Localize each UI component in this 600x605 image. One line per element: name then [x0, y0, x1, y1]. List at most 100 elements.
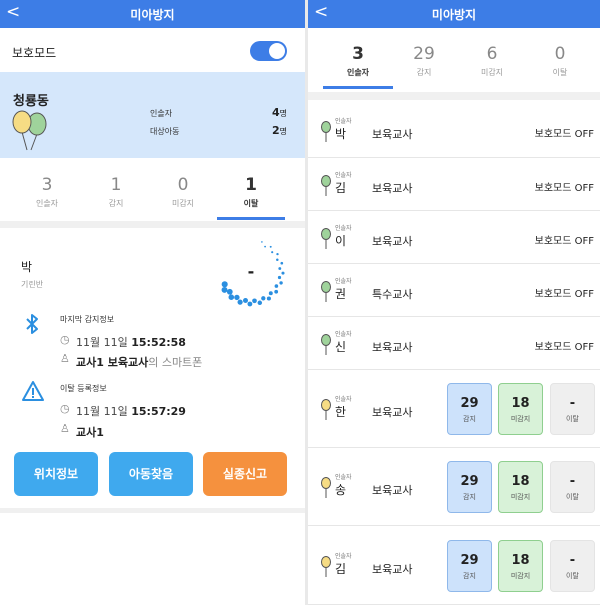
balloon-icon: [321, 280, 331, 302]
dial-dot: [277, 275, 282, 280]
row-name: 신: [335, 339, 347, 354]
row-status: 보호모드 OFF: [534, 182, 594, 194]
balloon-icon: [321, 227, 331, 249]
row-tag: 인솔자: [335, 118, 352, 125]
dial-dot: [226, 288, 233, 295]
undetected-count-box[interactable]: 18 미감지: [498, 539, 543, 592]
list-item[interactable]: 인솔자한 보육교사 29 감지 18 미감지 - 이탈: [308, 370, 600, 448]
list-item[interactable]: 인솔자 김 보육교사 보호모드 OFF: [308, 158, 600, 211]
detected-count-box[interactable]: 29 감지: [447, 539, 492, 592]
last-detect-datetime: 11월 11일 15:52:58: [76, 336, 186, 349]
list-item[interactable]: 인솔자 김 보육교사 29 감지 18 미감지 - 이탈: [308, 526, 600, 605]
tab-detected[interactable]: 1 감지: [86, 175, 146, 209]
page-title: 미아방지: [130, 8, 175, 22]
dial-dot: [278, 267, 282, 270]
child-found-button[interactable]: 아동찾음: [109, 452, 193, 496]
row-tag: 인솔자: [335, 171, 352, 179]
toggle-knob: [269, 43, 285, 59]
left-screen: < 미아방지 보호모드 청룡동 인솔자 4명 대상아동 2명 3 인솔자 1 감지 …: [0, 0, 305, 605]
clock-icon: ◷: [60, 402, 70, 415]
dial-dot: [281, 271, 285, 275]
dial-dot: [274, 284, 279, 288]
dial-dot: [261, 241, 263, 243]
row-tag: 인솔자: [335, 396, 352, 403]
tab-leaders[interactable]: 3 인솔자: [328, 44, 388, 78]
dial-dot: [266, 296, 271, 301]
row-name: 한: [335, 405, 347, 419]
row-tag: 인솔자: [335, 277, 352, 285]
right-app-bar: < 미아방지: [308, 0, 600, 28]
dial-dot: [221, 286, 228, 293]
list-item[interactable]: 인솔자 신 보육교사 보호모드 OFF: [308, 317, 600, 370]
zone-name: 청룡동: [13, 94, 49, 109]
row-role: 보육교사: [372, 406, 413, 419]
box-label: 감지: [463, 415, 476, 423]
warning-icon: [22, 381, 44, 401]
bluetooth-icon: [26, 314, 38, 334]
zone-row-label-1: 대상아동: [150, 127, 180, 136]
row-name: 김: [335, 180, 347, 195]
detected-count-box[interactable]: 29 감지: [447, 383, 492, 435]
balloon-icon: [321, 477, 331, 498]
zone-row-value-0: 4명: [271, 106, 287, 119]
left-count-box[interactable]: - 이탈: [550, 539, 595, 592]
balloon-icon: [321, 555, 331, 577]
row-name: 박: [335, 127, 347, 141]
balloon-icon: [321, 174, 331, 196]
right-screen: < 미아방지 3 인솔자 29 감지 6 미감지 0 이탈 인솔자 박 보육교사 보호모드 O…: [308, 0, 600, 605]
list-item[interactable]: 인솔자 권 특수교사 보호모드 OFF: [308, 264, 600, 317]
box-label: 미감지: [510, 571, 531, 580]
detected-count-box[interactable]: 29 감지: [447, 461, 492, 513]
row-tag: 인솔자: [335, 474, 352, 481]
left-app-bar: < 미아방지: [0, 0, 305, 28]
balloon-icon: [321, 121, 331, 142]
undetected-count-box[interactable]: 18 미감지: [498, 461, 543, 513]
child-name: 박: [21, 260, 33, 274]
tab-leaders[interactable]: 3 인솔자: [17, 175, 77, 209]
row-status: 보호모드 OFF: [534, 288, 594, 300]
leave-info-title: 이탈 등록정보: [60, 384, 107, 393]
dial-value: -: [247, 262, 255, 281]
list-item[interactable]: 인솔자 송 보육교사 29 감지 18 미감지 - 이탈: [308, 448, 600, 526]
row-role: 보육교사: [372, 562, 413, 576]
section-separator: [308, 92, 600, 100]
box-label: 감지: [463, 493, 476, 501]
row-status: 보호모드 OFF: [534, 341, 594, 353]
left-count-box[interactable]: - 이탈: [550, 383, 595, 435]
dial-dot: [276, 258, 279, 261]
dial-dot: [237, 299, 243, 305]
tab-undetected[interactable]: 6 미감지: [462, 44, 522, 78]
tab-left[interactable]: 0 이탈: [530, 44, 590, 78]
location-info-button[interactable]: 위치정보: [14, 452, 98, 496]
dial-dot: [247, 301, 253, 307]
dial-dot: [228, 294, 235, 300]
box-count: 29: [460, 474, 479, 489]
list-item[interactable]: 인솔자 박 보육교사 보호모드 OFF: [308, 104, 600, 158]
protect-mode-toggle[interactable]: [250, 41, 287, 61]
list-item[interactable]: 인솔자 이 보육교사 보호모드 OFF: [308, 211, 600, 264]
bottom-separator: [0, 508, 305, 513]
dial-dot: [269, 245, 272, 248]
balloon-icon: [321, 333, 331, 355]
tab-detected[interactable]: 29 감지: [394, 44, 454, 78]
box-count: 18: [511, 396, 530, 411]
box-count: -: [569, 552, 576, 568]
report-missing-button[interactable]: 실종신고: [203, 452, 287, 496]
row-tag: 인솔자: [335, 552, 352, 560]
box-label: 이탈: [566, 493, 579, 501]
dial-dot: [264, 245, 266, 248]
row-role: 보육교사: [372, 484, 413, 497]
tab-left[interactable]: 1 이탈: [221, 175, 281, 209]
dial-dot: [234, 294, 240, 301]
dial-dot: [280, 261, 284, 265]
tab-undetected[interactable]: 0 미감지: [153, 175, 213, 209]
left-count-box[interactable]: - 이탈: [550, 461, 595, 513]
zone-row-label-0: 인솔자: [150, 109, 173, 118]
dial-dot: [276, 252, 279, 256]
dial-dot: [274, 289, 279, 294]
undetected-count-box[interactable]: 18 미감지: [498, 383, 543, 435]
leave-registrant: 교사1: [76, 426, 104, 439]
balloon-icon: [321, 399, 331, 420]
dial-dot: [252, 298, 257, 304]
row-role: 보육교사: [372, 340, 413, 354]
